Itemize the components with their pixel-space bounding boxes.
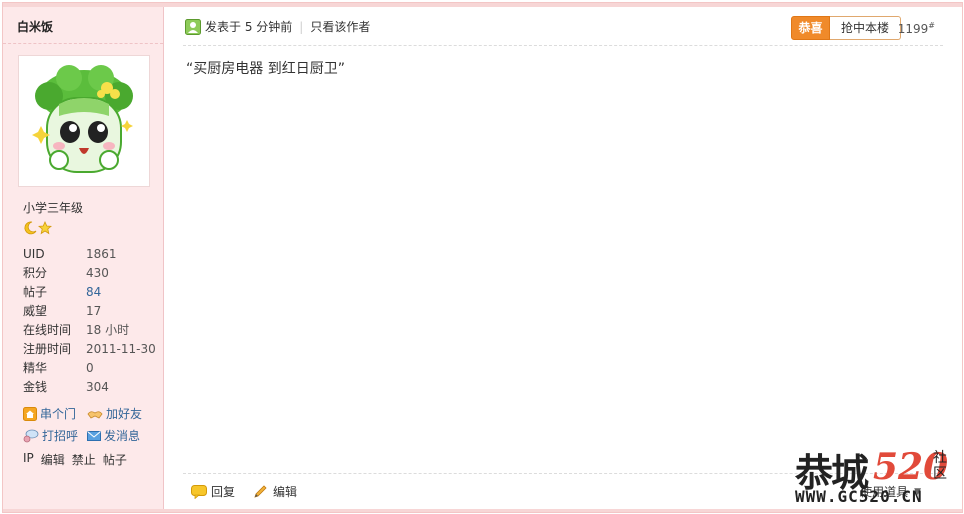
admin-ban-link[interactable]: 禁止 [72,451,96,468]
stat-value: 2011-11-30 [86,342,156,356]
stat-value: 430 [86,266,109,280]
post-main: 发表于 5 分钟前 | 只看该作者 恭喜 抢中本楼 1199# “买厨房电器 到… [168,7,960,509]
actions-row: 串个门 加好友 [23,403,158,425]
watermark-url: WWW.GC520.CN [795,487,923,506]
user-rank: 小学三年级 [23,201,84,215]
user-actions: 串个门 加好友 打招呼 发消息 [23,403,158,447]
reply-bubble-icon [191,484,207,499]
stat-points: 积分 430 [23,264,158,283]
admin-ip-link[interactable]: IP [23,451,34,468]
author-header: 白米饭 [3,7,163,44]
floor-number[interactable]: 1199# [898,21,935,36]
stat-value: 0 [86,361,94,375]
greet-label: 打招呼 [42,429,79,443]
post-content: “买厨房电器 到红日厨卫” [186,61,345,77]
stat-value: 304 [86,380,109,394]
stat-label: UID [23,247,45,261]
site-watermark: 恭城 520 社区 WWW.GC520.CN [791,440,961,510]
author-username[interactable]: 白米饭 [17,18,53,35]
moon-icon [24,221,37,235]
author-sidebar: 白米饭 小学三年级 UID 1861 积分 430 帖子 84 威望 17 在线… [3,7,164,509]
actions-row: 打招呼 发消息 [23,425,158,447]
online-user-icon [185,18,201,35]
stat-value: 18 小时 [86,323,130,337]
stat-money: 金钱 304 [23,378,158,397]
stat-online-time: 在线时间 18 小时 [23,321,158,340]
post-meta: 发表于 5 分钟前 | 只看该作者 [185,18,370,35]
add-friend-button[interactable]: 加好友 [87,403,151,425]
envelope-icon [87,431,101,441]
stat-label: 帖子 [23,285,48,299]
stat-label: 金钱 [23,380,48,394]
post-frame: 白米饭 小学三年级 UID 1861 积分 430 帖子 84 威望 17 在线… [2,2,963,513]
reply-label: 回复 [211,485,236,499]
tab-grab-floor[interactable]: 抢中本楼 [830,16,901,40]
greet-button[interactable]: 打招呼 [23,425,87,447]
stat-posts: 帖子 84 [23,283,158,302]
visit-label: 串个门 [40,407,77,421]
post-time: 发表于 5 分钟前 [205,20,293,34]
star-icon [38,221,52,235]
message-button[interactable]: 发消息 [87,425,151,447]
stat-label: 威望 [23,304,48,318]
floor-mark: # [928,21,935,30]
stat-value: 17 [86,304,102,318]
pencil-icon [254,484,267,498]
post-header: 发表于 5 分钟前 | 只看该作者 恭喜 抢中本楼 1199# [183,15,943,46]
post-actions: 回复 编辑 [191,483,297,500]
admin-posts-link[interactable]: 帖子 [103,451,127,468]
only-author-link[interactable]: 只看该作者 [310,18,370,35]
stat-uid: UID 1861 [23,245,158,264]
edit-label: 编辑 [273,485,298,499]
stat-label: 积分 [23,266,48,280]
tab-congrats[interactable]: 恭喜 [791,16,830,40]
edit-button[interactable]: 编辑 [253,483,297,500]
home-icon [23,407,37,421]
stat-register-date: 注册时间 2011-11-30 [23,340,158,359]
user-stats: UID 1861 积分 430 帖子 84 威望 17 在线时间 18 小时 注… [23,245,158,397]
stat-label: 精华 [23,361,48,375]
watermark-side: 社区 [933,450,947,482]
meta-separator: | [299,19,304,34]
floor-tabs: 恭喜 抢中本楼 [791,16,901,40]
avatar-image [32,65,133,173]
add-friend-label: 加好友 [106,407,143,421]
stat-prestige: 威望 17 [23,302,158,321]
handshake-icon [87,411,103,419]
rank-stars [23,221,52,235]
floor-value: 1199 [897,22,929,36]
stat-label: 在线时间 [23,323,72,337]
admin-links: IP 编辑 禁止 帖子 [23,451,127,468]
stat-value: 1861 [86,247,117,261]
reply-button[interactable]: 回复 [191,483,235,500]
avatar[interactable] [18,55,150,187]
message-label: 发消息 [104,429,141,443]
posts-count-link[interactable]: 84 [86,283,101,302]
admin-edit-link[interactable]: 编辑 [41,451,65,468]
stat-label: 注册时间 [23,342,72,356]
chat-bubble-icon [23,429,39,443]
stat-digest: 精华 0 [23,359,158,378]
visit-button[interactable]: 串个门 [23,403,87,425]
